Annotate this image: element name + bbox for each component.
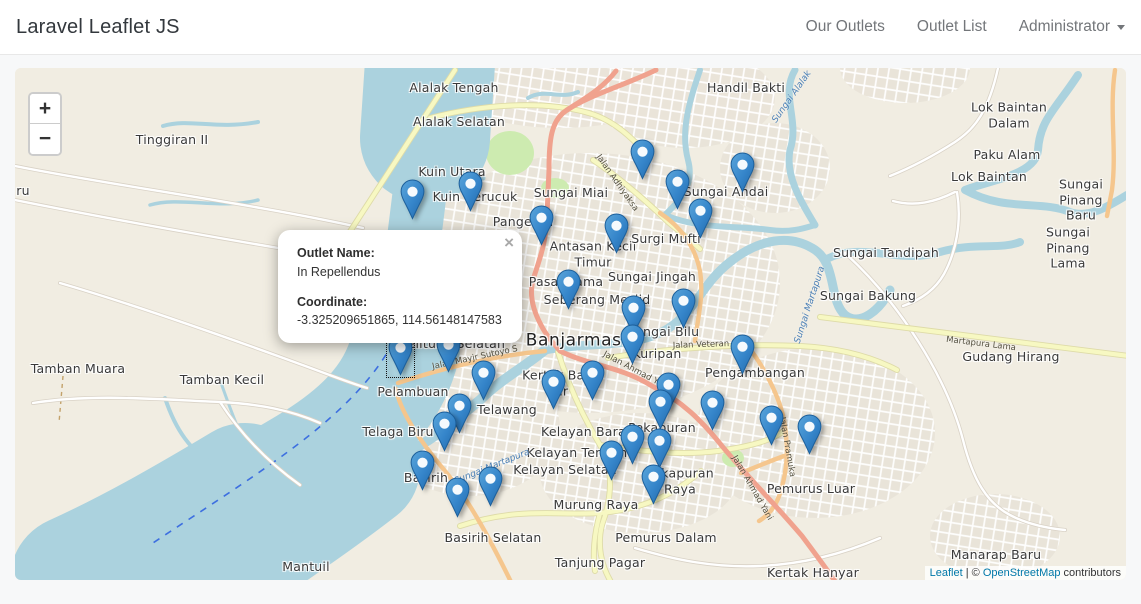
popup-name-label: Outlet Name:	[297, 246, 375, 260]
map-marker[interactable]	[478, 466, 503, 507]
map-marker[interactable]	[529, 205, 554, 246]
map-attribution: Leaflet | © OpenStreetMap contributors	[925, 566, 1126, 580]
map-marker[interactable]	[665, 169, 690, 210]
leaflet-link[interactable]: Leaflet	[930, 567, 963, 579]
map-marker[interactable]	[797, 414, 822, 455]
map-marker[interactable]	[730, 334, 755, 375]
map-marker[interactable]	[648, 389, 673, 430]
map-marker[interactable]	[630, 139, 655, 180]
map-marker[interactable]	[641, 464, 666, 505]
map-marker[interactable]	[688, 198, 713, 239]
map-marker[interactable]	[410, 450, 435, 491]
popup-outlet-name: In Repellendus	[297, 265, 380, 279]
attribution-suffix: contributors	[1060, 567, 1121, 579]
nav-outlet-list[interactable]: Outlet List	[917, 18, 987, 36]
navbar: Laravel Leaflet JS Our Outlets Outlet Li…	[0, 0, 1141, 55]
map-marker[interactable]	[445, 477, 470, 518]
zoom-control: + −	[28, 92, 62, 156]
map-marker[interactable]	[458, 171, 483, 212]
map-marker[interactable]	[541, 369, 566, 410]
caret-down-icon	[1117, 25, 1125, 30]
map-marker[interactable]	[400, 179, 425, 220]
map-marker[interactable]	[471, 360, 496, 401]
popup-close-button[interactable]: ×	[504, 234, 514, 251]
map-marker[interactable]	[647, 428, 672, 469]
nav-administrator-dropdown[interactable]: Administrator	[1019, 18, 1125, 36]
map-marker[interactable]	[556, 269, 581, 310]
nav-our-outlets[interactable]: Our Outlets	[806, 18, 885, 36]
brand-link[interactable]: Laravel Leaflet JS	[16, 16, 180, 39]
map-marker[interactable]	[671, 288, 696, 329]
map-tiles	[15, 68, 1126, 580]
openstreetmap-link[interactable]: OpenStreetMap	[983, 567, 1061, 579]
popup-coord-label: Coordinate:	[297, 295, 367, 309]
outlet-popup: × Outlet Name: In Repellendus Coordinate…	[278, 230, 522, 343]
map-marker[interactable]	[432, 411, 457, 452]
attribution-separator: | ©	[963, 567, 983, 579]
popup-coordinate: -3.325209651865, 114.56148147583	[297, 313, 502, 327]
administrator-label: Administrator	[1019, 18, 1110, 36]
leaflet-map[interactable]: Alalak TengahHandil BaktiAlalak SelatanT…	[15, 68, 1126, 580]
map-marker[interactable]	[759, 405, 784, 446]
map-marker[interactable]	[604, 213, 629, 254]
map-marker[interactable]	[730, 152, 755, 193]
map-marker[interactable]	[580, 360, 605, 401]
nav-links: Our Outlets Outlet List Administrator	[774, 18, 1125, 36]
zoom-out-button[interactable]: −	[30, 124, 60, 154]
zoom-in-button[interactable]: +	[30, 94, 60, 124]
map-marker[interactable]	[700, 390, 725, 431]
map-marker[interactable]	[599, 440, 624, 481]
map-marker[interactable]	[620, 324, 645, 365]
